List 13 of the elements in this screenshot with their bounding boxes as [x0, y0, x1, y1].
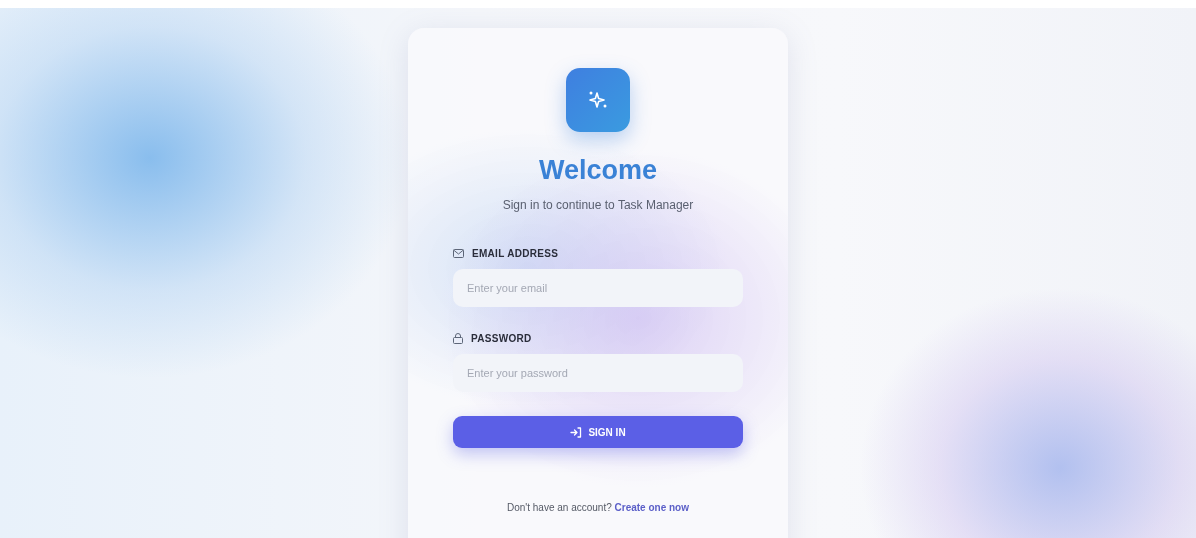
lock-icon: [453, 333, 463, 345]
welcome-title: Welcome: [538, 154, 657, 187]
password-field[interactable]: Enter your password: [453, 354, 743, 393]
email-label: EMAIL ADDRESS: [472, 247, 559, 262]
sparkle-icon: [587, 89, 609, 111]
subtitle: Sign in to continue to Task Manager: [502, 197, 694, 215]
email-field[interactable]: Enter your email: [453, 269, 743, 308]
envelope-icon: [453, 249, 464, 259]
sign-in-button[interactable]: SIGN IN: [453, 416, 743, 449]
create-account-link[interactable]: Create one now: [614, 502, 689, 514]
login-arrow-icon: [570, 426, 583, 438]
signup-prompt: Don't have an account? Create one now: [507, 502, 689, 514]
password-label: PASSWORD: [471, 332, 532, 347]
